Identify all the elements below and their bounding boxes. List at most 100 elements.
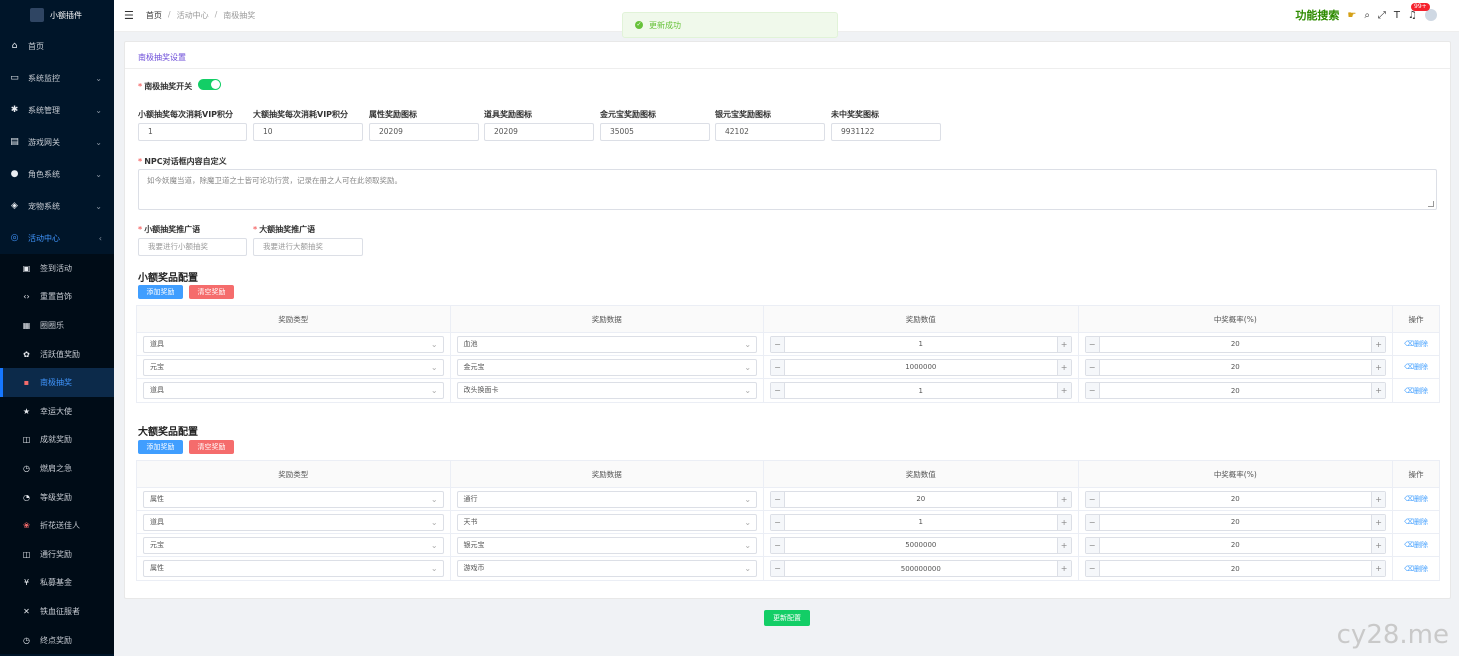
rate-stepper[interactable]: −20 + xyxy=(1084,536,1387,554)
chevron-down-icon: ⌄ xyxy=(744,517,752,527)
field-label: 金元宝奖励图标 xyxy=(600,110,656,119)
data-select[interactable]: 血池 ⌄ xyxy=(456,335,758,353)
type-select[interactable]: 道具 ⌄ xyxy=(143,335,444,353)
chevron-down-icon: ⌄ xyxy=(430,386,438,395)
big-prize-table: 奖励类型 奖励数据 奖励数值 中奖概率(%) 操作 属性 ⌄ 通行 ⌄ −20 + −… xyxy=(136,460,1440,581)
update-config-button[interactable]: 更新配置 xyxy=(764,610,810,626)
logo-text: 小额插件 xyxy=(50,10,82,20)
small-slogan-input[interactable]: 我要进行小额抽奖 xyxy=(138,238,247,256)
item-icon-input[interactable]: 20209 xyxy=(484,123,594,141)
type-select[interactable]: 元宝 ⌄ xyxy=(143,358,444,376)
data-select[interactable]: 银元宝 ⌄ xyxy=(456,536,758,554)
minus-icon: − xyxy=(1085,383,1100,398)
type-select[interactable]: 道具 ⌄ xyxy=(143,513,444,531)
breadcrumb-activity[interactable]: 活动中心 xyxy=(177,10,209,21)
delete-button[interactable]: ⌫删除 xyxy=(1404,564,1428,574)
data-select[interactable]: 游戏币 ⌄ xyxy=(456,560,758,577)
rate-stepper[interactable]: −20 + xyxy=(1084,490,1387,508)
delete-button[interactable]: ⌫删除 xyxy=(1404,494,1428,504)
npc-label: * NPC对话框内容自定义 xyxy=(138,157,227,166)
sidebar-sub-item[interactable]: ❀ 折花送佳人 xyxy=(0,511,114,540)
logo[interactable]: 小额插件 xyxy=(0,0,114,30)
sidebar-item-monitor[interactable]: ▭ 系统监控 ⌄ xyxy=(0,62,114,94)
breadcrumb-home[interactable]: 首页 xyxy=(146,10,162,21)
fullscreen-icon[interactable]: ⤢ xyxy=(1378,10,1386,21)
bell-icon[interactable]: ♫ 99+ xyxy=(1408,2,1430,21)
sidebar-sub-item-active[interactable]: ▪ 南极抽奖 xyxy=(0,368,114,397)
attr-icon-input[interactable]: 20209 xyxy=(369,123,479,141)
sidebar-sub-item[interactable]: ◷ 终点奖励 xyxy=(0,626,114,655)
sidebar-sub-item[interactable]: ▣ 签到活动 xyxy=(0,254,114,283)
chevron-up-icon: ‹ xyxy=(98,233,102,243)
delete-button[interactable]: ⌫删除 xyxy=(1404,386,1428,396)
delete-button[interactable]: ⌫删除 xyxy=(1404,517,1428,527)
sidebar-item-gateway[interactable]: ▤ 游戏网关 ⌄ xyxy=(0,126,114,158)
value-stepper[interactable]: −500000000 + xyxy=(770,560,1072,577)
value-stepper[interactable]: −1000000 + xyxy=(770,358,1072,376)
rate-stepper[interactable]: −20 + xyxy=(1084,513,1387,531)
big-slogan-input[interactable]: 我要进行大额抽奖 xyxy=(253,238,363,256)
rate-stepper[interactable]: −20 + xyxy=(1084,335,1387,353)
data-select[interactable]: 天书 ⌄ xyxy=(456,513,758,531)
function-search[interactable]: 功能搜索 xyxy=(1295,7,1339,23)
sidebar-item-role[interactable]: ● 角色系统 ⌄ xyxy=(0,158,114,190)
book-icon: ◫ xyxy=(22,549,31,559)
sidebar-item-activity[interactable]: ◎ 活动中心 ‹ xyxy=(0,222,114,254)
rate-stepper[interactable]: −20 + xyxy=(1084,382,1387,399)
npc-textarea[interactable]: 如今妖魔当道，除魔卫道之士皆可论功行赏，记录在册之人可在此领取奖励。 xyxy=(138,169,1437,210)
type-select[interactable]: 属性 ⌄ xyxy=(143,490,444,508)
sidebar-sub-item[interactable]: ✕ 铁血征服者 xyxy=(0,597,114,626)
avatar[interactable] xyxy=(1425,9,1437,21)
activity-submenu: ▣ 签到活动 ‹› 重置首饰 ▦ 圈圈乐 ✿ 活跃值奖励 ▪ 南极抽奖 ★ 幸运大使 ◫ 成就… xyxy=(0,254,114,655)
small-add-button[interactable]: 添加奖励 xyxy=(138,285,183,299)
silver-icon-input[interactable]: 42102 xyxy=(715,123,825,141)
data-select[interactable]: 通行 ⌄ xyxy=(456,490,758,508)
big-add-button[interactable]: 添加奖励 xyxy=(138,440,183,454)
type-select[interactable]: 元宝 ⌄ xyxy=(143,536,444,554)
sidebar-sub-item[interactable]: ▦ 圈圈乐 xyxy=(0,311,114,340)
sidebar-sub-item[interactable]: ★ 幸运大使 xyxy=(0,397,114,426)
minus-icon: − xyxy=(1085,336,1100,352)
sidebar-item-system[interactable]: ✱ 系统管理 ⌄ xyxy=(0,94,114,126)
delete-button[interactable]: ⌫删除 xyxy=(1404,540,1428,550)
sidebar-sub-item[interactable]: ✿ 活跃值奖励 xyxy=(0,340,114,369)
small-prize-table: 奖励类型 奖励数据 奖励数值 中奖概率(%) 操作 道具 ⌄ 血池 ⌄ −1 + −2… xyxy=(136,305,1440,403)
data-select[interactable]: 改头换面卡 ⌄ xyxy=(456,382,758,399)
data-select[interactable]: 金元宝 ⌄ xyxy=(456,358,758,376)
chevron-down-icon: ⌄ xyxy=(744,494,752,504)
font-size-icon[interactable]: T xyxy=(1394,10,1400,21)
chevron-down-icon: ⌄ xyxy=(95,169,102,179)
type-select[interactable]: 道具 ⌄ xyxy=(143,382,444,399)
gold-icon-input[interactable]: 35005 xyxy=(600,123,710,141)
rate-stepper[interactable]: −20 + xyxy=(1084,560,1387,577)
value-stepper[interactable]: −1 + xyxy=(770,513,1072,531)
value-stepper[interactable]: −5000000 + xyxy=(770,536,1072,554)
sidebar-item-pet[interactable]: ◈ 宠物系统 ⌄ xyxy=(0,190,114,222)
menu-toggle-icon[interactable]: ☰ xyxy=(124,9,134,22)
delete-button[interactable]: ⌫删除 xyxy=(1404,339,1428,349)
lottery-switch[interactable] xyxy=(198,79,221,90)
value-stepper[interactable]: −20 + xyxy=(770,490,1072,508)
minus-icon: − xyxy=(771,514,786,530)
sidebar-item-home[interactable]: ⌂ 首页 xyxy=(0,30,114,62)
delete-button[interactable]: ⌫删除 xyxy=(1404,362,1428,372)
value-stepper[interactable]: −1 + xyxy=(770,335,1072,353)
miss-icon-input[interactable]: 9931122 xyxy=(831,123,941,141)
minus-icon: − xyxy=(771,336,786,352)
sidebar-sub-item[interactable]: ◫ 通行奖励 xyxy=(0,540,114,569)
small-clear-button[interactable]: 清空奖励 xyxy=(189,285,234,299)
big-clear-button[interactable]: 清空奖励 xyxy=(189,440,234,454)
search-icon[interactable]: ⌕ xyxy=(1364,10,1370,21)
sidebar-sub-item[interactable]: ◔ 等级奖励 xyxy=(0,483,114,512)
big-vip-cost-input[interactable]: 10 xyxy=(253,123,363,141)
rate-stepper[interactable]: −20 + xyxy=(1084,358,1387,376)
small-vip-cost-input[interactable]: 1 xyxy=(138,123,247,141)
value-stepper[interactable]: −1 + xyxy=(770,382,1072,399)
sidebar-sub-item[interactable]: ‹› 重置首饰 xyxy=(0,283,114,312)
type-select[interactable]: 属性 ⌄ xyxy=(143,560,444,577)
field-label: 小额抽奖每次消耗VIP积分 xyxy=(138,110,234,119)
sidebar-sub-item[interactable]: ◷ 燃肩之急 xyxy=(0,454,114,483)
sidebar-sub-item[interactable]: ¥ 私募基金 xyxy=(0,569,114,598)
breadcrumb-current: 南极抽奖 xyxy=(223,11,256,20)
sidebar-sub-item[interactable]: ◫ 成就奖励 xyxy=(0,426,114,455)
